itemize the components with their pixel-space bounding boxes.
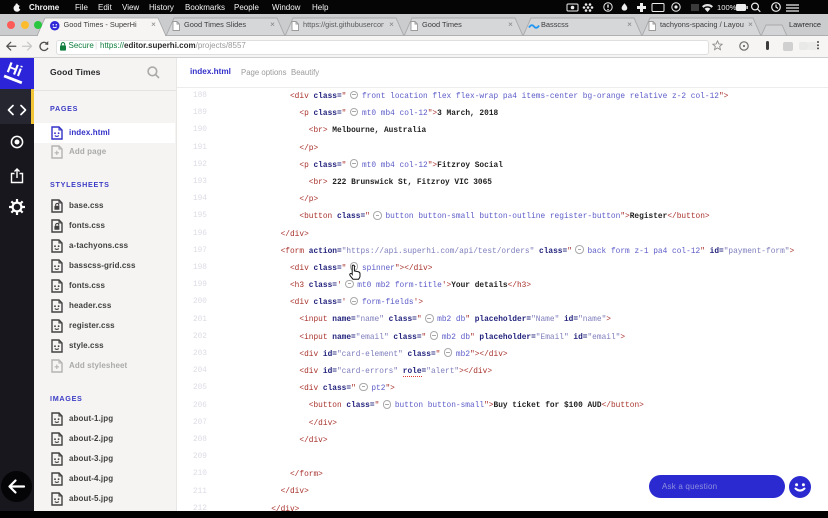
svg-text:100%: 100% [717,3,737,12]
